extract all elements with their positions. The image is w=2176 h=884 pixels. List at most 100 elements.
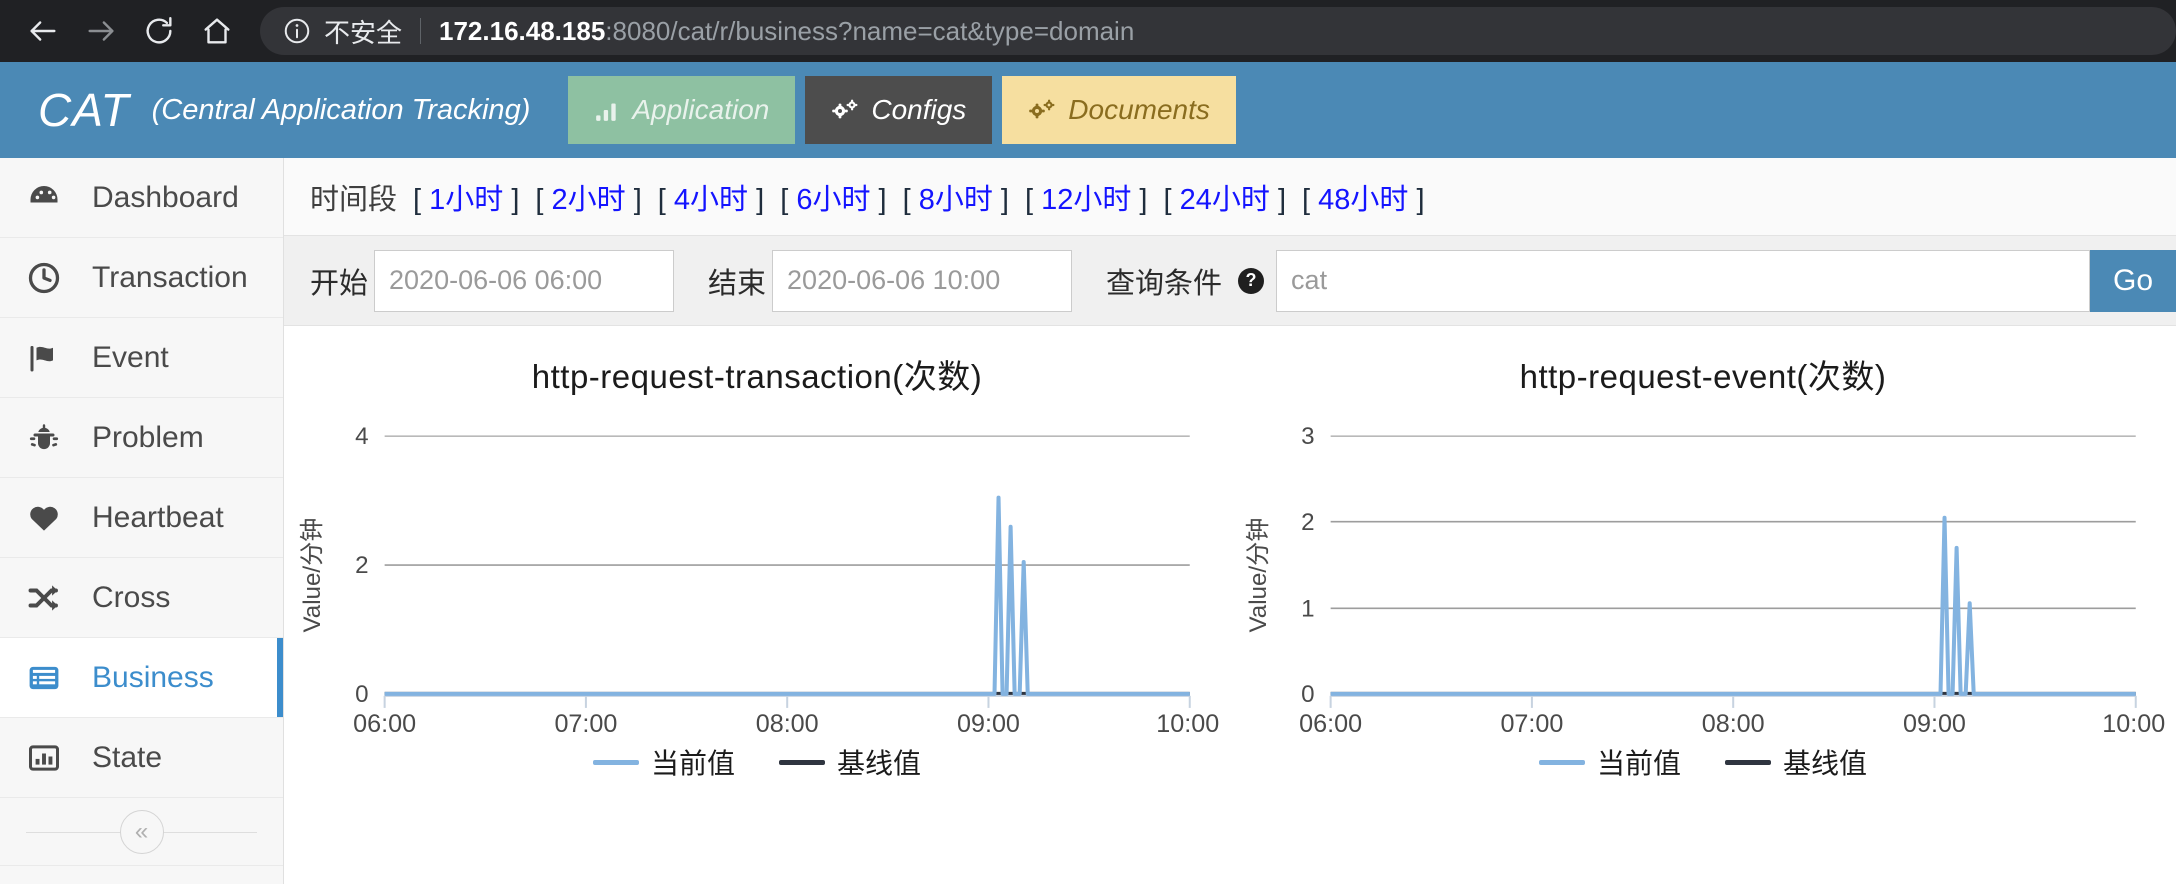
bracket-open: [ [413,183,422,216]
x-tick-label: 10:00 [1156,710,1219,736]
legend-item-current[interactable]: 当前值 [1538,742,1681,782]
range-link-label[interactable]: 1小时 [429,184,503,216]
sidebar-item-state[interactable]: State [0,718,283,798]
sidebar-item-business[interactable]: Business [0,638,283,718]
app-subtitle: (Central Application Tracking) [151,93,531,126]
bracket-close: ] [1139,183,1148,216]
bracket-open: [ [657,183,666,216]
condition-label: 查询条件 [1106,267,1223,300]
sidebar-item-problem[interactable]: Problem [0,398,283,478]
sidebar-collapse-row: « [0,798,283,866]
y-tick-label: 0 [355,681,368,708]
range-link-label[interactable]: 6小时 [796,184,870,216]
range-option-6h: [ 6小时 ] [780,176,886,218]
range-option-2h: [ 2小时 ] [535,176,641,218]
range-link-label[interactable]: 2小时 [552,184,626,216]
back-button[interactable] [14,2,72,60]
chart-legend: 当前值 基线值 [1230,742,2176,782]
y-tick-label: 3 [1301,423,1314,450]
forward-button[interactable] [72,2,130,60]
search-input[interactable]: cat [1276,249,2090,312]
range-link-label[interactable]: 48小时 [1318,184,1408,216]
tab-documents-label: Documents [1068,94,1210,125]
arrow-left-icon [26,14,60,48]
address-bar[interactable]: 不安全 172.16.48.185:8080/cat/r/business?na… [260,7,2176,55]
go-button[interactable]: Go [2090,249,2176,312]
legend-swatch [1725,759,1771,765]
range-link-label[interactable]: 24小时 [1180,184,1270,216]
legend-swatch [592,759,639,765]
bug-icon [26,420,72,456]
app-logo[interactable]: CAT [38,87,130,133]
url-host: 172.16.48.185 [439,15,606,46]
reload-icon [142,14,176,48]
range-link-label[interactable]: 4小时 [674,184,748,216]
x-tick-label: 08:00 [1702,710,1765,736]
flag-icon [26,340,72,376]
sidebar-item-heartbeat[interactable]: Heartbeat [0,478,283,558]
sidebar-item-event[interactable]: Event [0,318,283,398]
bracket-close: ] [1416,183,1425,216]
sidebar-item-label: Transaction [92,260,248,294]
app-header: CAT (Central Application Tracking) Appli… [0,62,2176,158]
range-option-12h: [ 12小时 ] [1025,176,1148,218]
range-option-8h: [ 8小时 ] [903,176,1009,218]
range-link-label[interactable]: 8小时 [919,184,993,216]
legend-swatch [1538,759,1585,765]
reload-button[interactable] [130,2,188,60]
range-option-4h: [ 4小时 ] [658,176,764,218]
y-axis-title: Value/分钟 [1245,518,1272,633]
start-date-value: 2020-06-06 06:00 [389,265,603,295]
range-link-label[interactable]: 12小时 [1041,184,1131,216]
security-status-label: 不安全 [324,17,403,48]
x-tick-label: 08:00 [756,710,819,736]
chevron-double-left-icon: « [134,817,149,845]
shuffle-icon [26,580,72,616]
legend-item-baseline[interactable]: 基线值 [1725,742,1867,782]
chart-legend: 当前值 基线值 [284,742,1230,782]
legend-label: 基线值 [837,748,922,780]
legend-item-baseline[interactable]: 基线值 [779,742,921,782]
bracket-open: [ [1024,183,1034,216]
gears-icon [1028,97,1056,123]
tab-configs[interactable]: Configs [805,76,993,144]
bracket-open: [ [902,183,911,216]
sidebar-collapse-button[interactable]: « [119,809,164,854]
y-tick-label: 4 [355,423,368,450]
start-date-input[interactable]: 2020-06-06 06:00 [374,249,675,312]
bracket-close: ] [511,183,520,216]
tab-application[interactable]: Application [568,76,796,144]
info-circle-icon[interactable] [282,16,312,46]
series-current [1330,515,2136,696]
range-option-48h: [ 48小时 ] [1302,176,1425,218]
x-tick-label: 07:00 [1500,710,1563,736]
bracket-close: ] [1277,183,1286,216]
tab-application-label: Application [632,94,770,125]
browser-toolbar: 不安全 172.16.48.185:8080/cat/r/business?na… [0,0,2176,62]
range-option-24h: [ 24小时 ] [1163,176,1286,218]
heart-icon [26,500,72,536]
y-axis-title: Value/分钟 [299,518,326,633]
end-date-input[interactable]: 2020-06-06 10:00 [772,249,1073,312]
chart-title: http-request-event(次数) [1519,358,1887,395]
sidebar: Dashboard Transaction Event Problem Hear [0,158,284,884]
sidebar-item-cross[interactable]: Cross [0,558,283,638]
tab-documents[interactable]: Documents [1002,76,1236,144]
main-nav-tabs: Application Configs Documents [568,76,1246,144]
legend-item-current[interactable]: 当前值 [592,742,735,782]
chart-plot: 4 2 0 Value/分钟 06:00 07:00 08:00 09:00 1… [299,423,1219,736]
end-label: 结束 [708,267,767,300]
series-current [384,495,1190,696]
legend-label: 基线值 [1783,748,1868,780]
bracket-close: ] [633,183,642,216]
sidebar-item-transaction[interactable]: Transaction [0,238,283,318]
end-date-value: 2020-06-06 10:00 [787,265,1001,295]
question-mark-icon[interactable]: ? [1238,267,1265,294]
home-button[interactable] [188,2,246,60]
main-content: 时间段 [ 1小时 ] [ 2小时 ] [ 4小时 ] [ 6小时 ] [ 8小… [284,158,2176,884]
legend-swatch [779,759,825,765]
sidebar-item-dashboard[interactable]: Dashboard [0,158,283,238]
url-text: 172.16.48.185:8080/cat/r/business?name=c… [439,16,1134,47]
range-option-1h: [ 1小时 ] [413,176,519,218]
gears-icon [831,97,859,123]
